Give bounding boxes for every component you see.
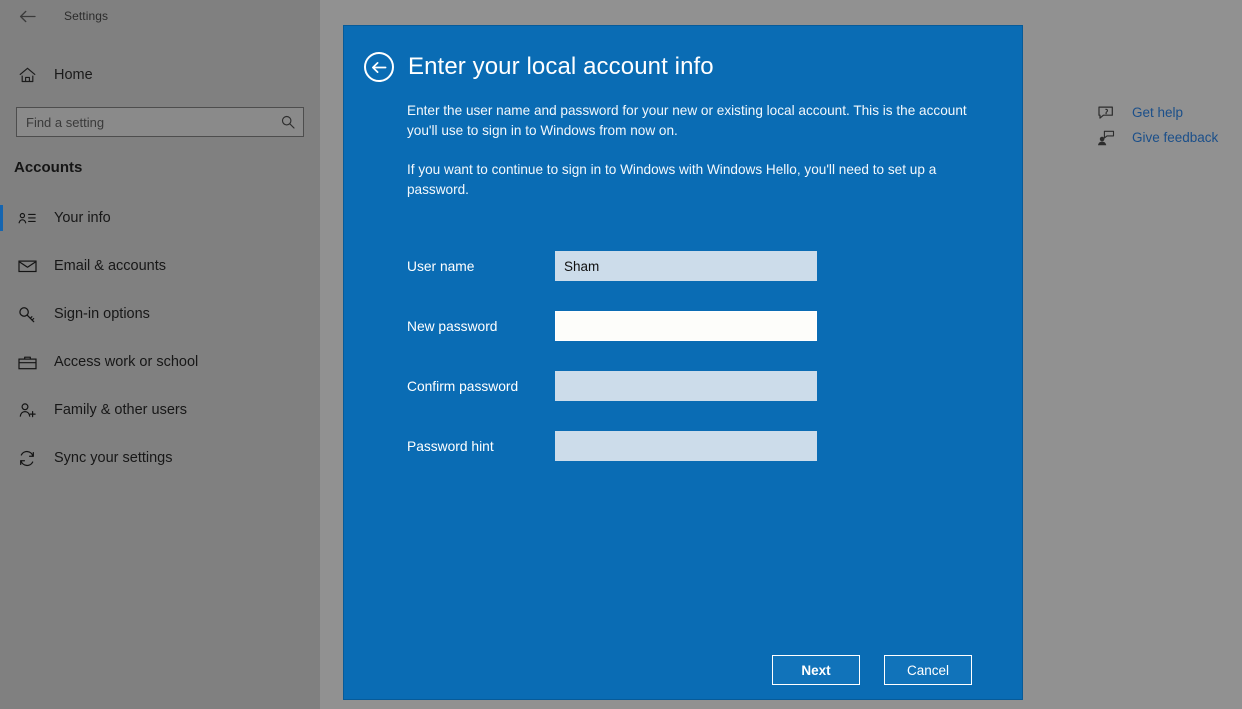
briefcase-icon — [16, 352, 38, 372]
sidebar-section-header: Accounts — [14, 159, 320, 176]
form-row-confirm-password: Confirm password — [407, 356, 1022, 416]
key-icon — [16, 304, 38, 324]
password-hint-label: Password hint — [407, 439, 555, 454]
search-input[interactable] — [17, 108, 303, 136]
selection-indicator — [0, 205, 3, 231]
sync-icon — [16, 448, 38, 468]
next-button[interactable]: Next — [772, 655, 860, 685]
sidebar-item-home-label: Home — [54, 67, 93, 83]
feedback-person-icon — [1096, 129, 1116, 147]
envelope-icon — [16, 256, 38, 276]
sidebar-item-your-info[interactable]: Your info — [0, 194, 320, 242]
home-icon — [16, 65, 38, 85]
user-name-label: User name — [407, 259, 555, 274]
contact-card-icon — [16, 208, 38, 228]
sidebar-item-family-other-users[interactable]: Family & other users — [0, 386, 320, 434]
local-account-dialog: Enter your local account info Enter the … — [343, 25, 1023, 700]
sidebar-item-sign-in-options[interactable]: Sign-in options — [0, 290, 320, 338]
page-title: Enter your local account info — [408, 53, 714, 81]
give-feedback-link[interactable]: Give feedback — [1096, 125, 1236, 150]
sidebar-item-label: Your info — [54, 210, 111, 226]
form-row-new-password: New password — [407, 296, 1022, 356]
sidebar-item-label: Email & accounts — [54, 258, 166, 274]
password-hint-input[interactable] — [555, 431, 817, 461]
get-help-link[interactable]: Get help — [1096, 100, 1236, 125]
give-feedback-label: Give feedback — [1132, 130, 1218, 145]
sidebar-item-label: Sign-in options — [54, 306, 150, 322]
form-row-password-hint: Password hint — [407, 416, 1022, 476]
circle-back-arrow-icon[interactable] — [364, 52, 394, 82]
confirm-password-label: Confirm password — [407, 379, 555, 394]
dialog-description-1: Enter the user name and password for you… — [407, 101, 972, 141]
sidebar-item-label: Access work or school — [54, 354, 198, 370]
sidebar-item-access-work-school[interactable]: Access work or school — [0, 338, 320, 386]
confirm-password-input[interactable] — [555, 371, 817, 401]
dialog-footer: Next Cancel — [344, 655, 1022, 685]
window-title: Settings — [64, 9, 108, 23]
new-password-input[interactable] — [555, 311, 817, 341]
dialog-description-2: If you want to continue to sign in to Wi… — [407, 160, 972, 200]
form-row-user-name: User name — [407, 236, 1022, 296]
question-bubble-icon — [1096, 104, 1116, 122]
get-help-label: Get help — [1132, 105, 1183, 120]
sidebar-item-sync-your-settings[interactable]: Sync your settings — [0, 434, 320, 482]
sidebar-item-label: Family & other users — [54, 402, 187, 418]
user-name-input[interactable] — [555, 251, 817, 281]
local-account-form: User name New password Confirm password … — [344, 236, 1022, 476]
dialog-header: Enter your local account info — [344, 26, 1022, 82]
person-add-icon — [16, 400, 38, 420]
new-password-label: New password — [407, 319, 555, 334]
sidebar-item-email-accounts[interactable]: Email & accounts — [0, 242, 320, 290]
titlebar: Settings — [0, 0, 320, 32]
help-panel: Get help Give feedback — [1096, 100, 1236, 150]
sidebar-item-home[interactable]: Home — [0, 57, 320, 93]
sidebar: Settings Home Accounts — [0, 0, 320, 709]
cancel-button[interactable]: Cancel — [884, 655, 972, 685]
search-icon[interactable] — [281, 115, 295, 129]
sidebar-nav-list: Your info Email & accounts — [0, 194, 320, 482]
settings-window: Settings Home Accounts — [0, 0, 1242, 709]
sidebar-item-label: Sync your settings — [54, 450, 172, 466]
back-arrow-icon[interactable] — [12, 2, 42, 30]
search-box[interactable] — [16, 107, 304, 137]
